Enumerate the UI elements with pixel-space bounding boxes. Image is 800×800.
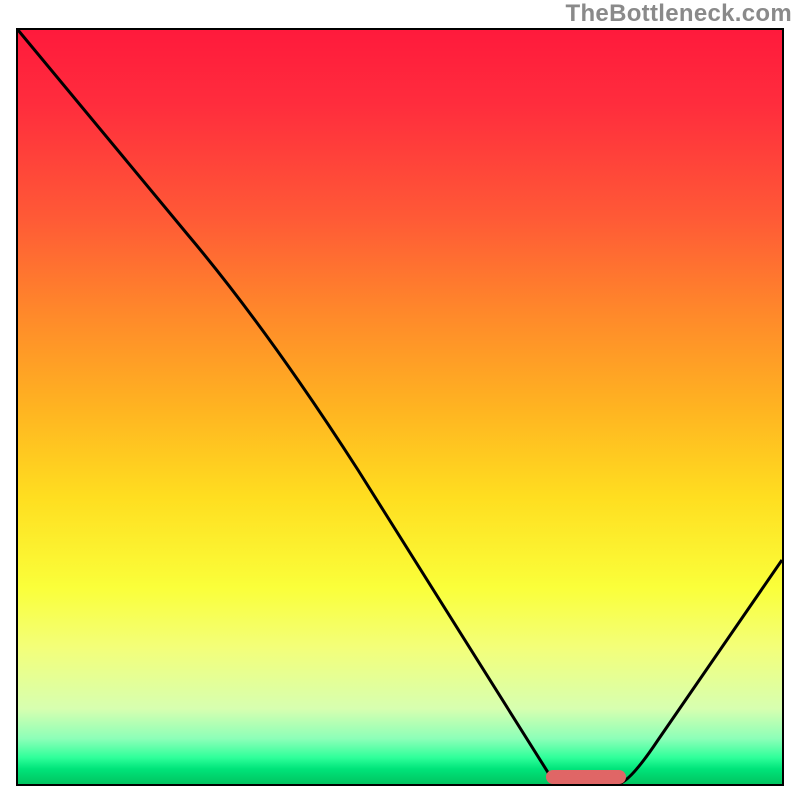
plot-area [16, 28, 784, 786]
optimal-marker [546, 770, 626, 784]
chart-frame: TheBottleneck.com [0, 0, 800, 800]
watermark-text: TheBottleneck.com [566, 0, 792, 28]
bottleneck-curve-path [18, 30, 782, 784]
curve-svg [18, 30, 782, 784]
